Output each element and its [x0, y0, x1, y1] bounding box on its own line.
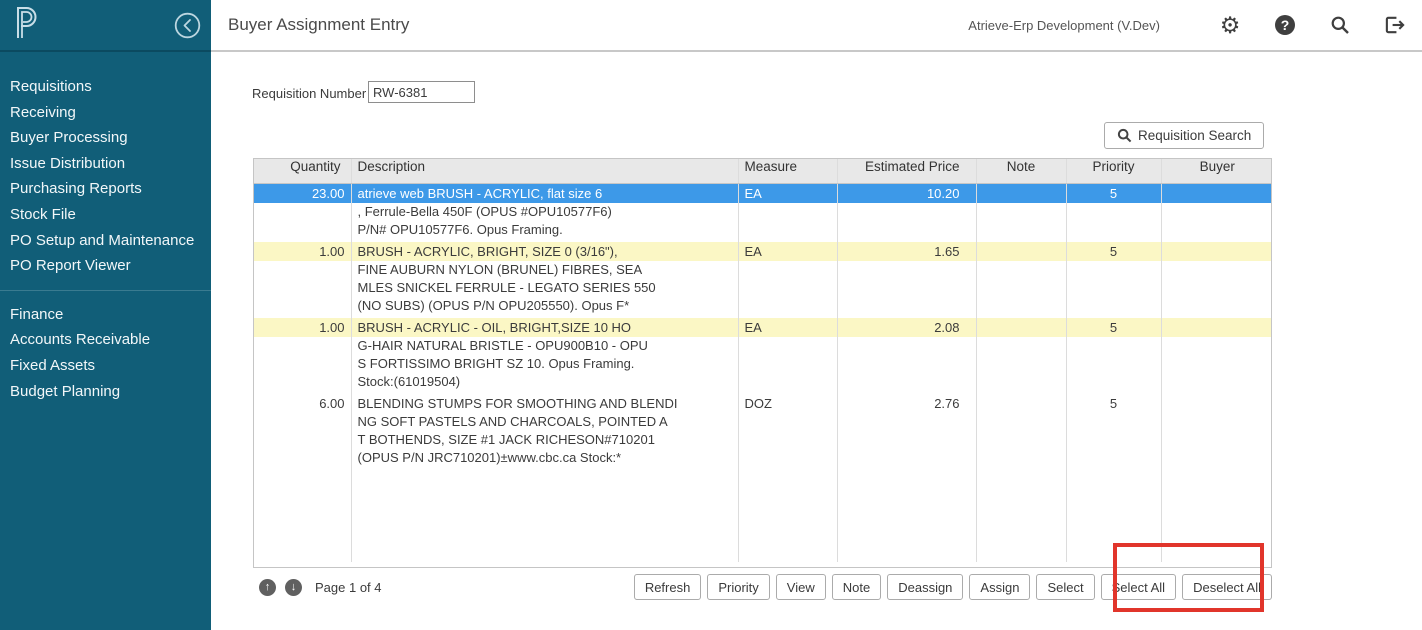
sidebar-item-finance[interactable]: Finance — [0, 302, 211, 328]
description-line: FINE AUBURN NYLON (BRUNEL) FIBRES, SEA — [352, 261, 738, 279]
column-header-priority: Priority — [1066, 159, 1161, 183]
page-title: Buyer Assignment Entry — [228, 15, 409, 35]
requisition-number-label: Requisition Number — [252, 86, 366, 101]
sidebar-collapse-icon[interactable] — [174, 12, 201, 39]
description-line: MLES SNICKEL FERRULE - LEGATO SERIES 550 — [352, 279, 738, 297]
table-row[interactable]: 6.00BLENDING STUMPS FOR SMOOTHING AND BL… — [254, 394, 1272, 470]
quantity-cell: 6.00 — [254, 394, 351, 470]
description-cell: BRUSH - ACRYLIC - OIL, BRIGHT,SIZE 10 HO… — [351, 318, 738, 394]
select-all-button[interactable]: Select All — [1101, 574, 1176, 600]
column-header-buyer: Buyer — [1161, 159, 1272, 183]
sidebar-item-stock-file[interactable]: Stock File — [0, 202, 211, 228]
top-header: Buyer Assignment Entry Atrieve-Erp Devel… — [211, 0, 1422, 52]
column-header-quantity: Quantity — [254, 159, 351, 183]
measure-cell: EA — [738, 183, 837, 242]
requisition-search-magnifier-icon — [1117, 128, 1132, 143]
environment-label: Atrieve-Erp Development (V.Dev) — [968, 18, 1160, 33]
priority-cell: 5 — [1066, 242, 1161, 318]
column-header-description: Description — [351, 159, 738, 183]
assign-button[interactable]: Assign — [969, 574, 1030, 600]
note-cell — [976, 183, 1066, 242]
table-row[interactable]: 23.00atrieve web BRUSH - ACRYLIC, flat s… — [254, 183, 1272, 242]
quantity-cell: 1.00 — [254, 318, 351, 394]
requisition-search-button[interactable]: Requisition Search — [1104, 122, 1264, 149]
logout-icon[interactable] — [1384, 14, 1406, 36]
note-button[interactable]: Note — [832, 574, 881, 600]
topbar-right: Atrieve-Erp Development (V.Dev) ⚙ ? — [968, 14, 1406, 36]
description-cell: atrieve web BRUSH - ACRYLIC, flat size 6… — [351, 183, 738, 242]
priority-cell: 5 — [1066, 318, 1161, 394]
priority-cell: 5 — [1066, 394, 1161, 470]
sidebar-header — [0, 0, 211, 52]
priority-button[interactable]: Priority — [707, 574, 769, 600]
sidebar-item-fixed-assets[interactable]: Fixed Assets — [0, 353, 211, 379]
sidebar-item-issue-distribution[interactable]: Issue Distribution — [0, 151, 211, 177]
page-indicator: Page 1 of 4 — [315, 580, 382, 595]
estimated-price-cell: 10.20 — [837, 183, 976, 242]
sidebar-item-accounts-receivable[interactable]: Accounts Receivable — [0, 327, 211, 353]
powerschool-logo-icon — [12, 6, 38, 45]
quantity-cell: 1.00 — [254, 242, 351, 318]
view-button[interactable]: View — [776, 574, 826, 600]
buyer-cell — [1161, 394, 1272, 470]
description-line: , Ferrule-Bella 450F (OPUS #OPU10577F6) — [352, 203, 738, 221]
column-header-estimated-price: Estimated Price — [837, 159, 976, 183]
table-row[interactable]: 1.00BRUSH - ACRYLIC, BRIGHT, SIZE 0 (3/1… — [254, 242, 1272, 318]
estimated-price-cell: 2.76 — [837, 394, 976, 470]
description-line: (NO SUBS) (OPUS P/N OPU205550). Opus F* — [352, 297, 738, 315]
items-grid: Quantity Description Measure Estimated P… — [253, 158, 1272, 568]
search-icon[interactable] — [1329, 14, 1351, 36]
measure-cell: DOZ — [738, 394, 837, 470]
priority-cell: 5 — [1066, 183, 1161, 242]
help-icon[interactable]: ? — [1274, 14, 1296, 36]
grid-header-row: Quantity Description Measure Estimated P… — [254, 159, 1272, 183]
sidebar-item-purchasing-reports[interactable]: Purchasing Reports — [0, 176, 211, 202]
description-line: NG SOFT PASTELS AND CHARCOALS, POINTED A — [352, 413, 738, 431]
footer-buttons: RefreshPriorityViewNoteDeassignAssignSel… — [634, 574, 1272, 600]
buyer-cell — [1161, 183, 1272, 242]
quantity-cell: 23.00 — [254, 183, 351, 242]
buyer-cell — [1161, 242, 1272, 318]
column-header-note: Note — [976, 159, 1066, 183]
column-header-measure: Measure — [738, 159, 837, 183]
description-line: S FORTISSIMO BRIGHT SZ 10. Opus Framing. — [352, 355, 738, 373]
description-line: T BOTHENDS, SIZE #1 JACK RICHESON#710201 — [352, 431, 738, 449]
description-cell: BLENDING STUMPS FOR SMOOTHING AND BLENDI… — [351, 394, 738, 470]
page-down-icon[interactable]: ↓ — [285, 579, 302, 596]
description-line: Stock:(61019504) — [352, 373, 738, 391]
description-line: (OPUS P/N JRC710201)±www.cbc.ca Stock:* — [352, 449, 738, 467]
estimated-price-cell: 2.08 — [837, 318, 976, 394]
note-cell — [976, 242, 1066, 318]
sidebar-group-divider — [0, 290, 211, 291]
description-line: P/N# OPU10577F6. Opus Framing. — [352, 221, 738, 239]
sidebar-item-requisitions[interactable]: Requisitions — [0, 74, 211, 100]
sidebar-item-po-report-viewer[interactable]: PO Report Viewer — [0, 253, 211, 279]
page-up-icon[interactable]: ↑ — [259, 579, 276, 596]
requisition-search-label: Requisition Search — [1138, 128, 1251, 143]
refresh-button[interactable]: Refresh — [634, 574, 702, 600]
measure-cell: EA — [738, 242, 837, 318]
sidebar-item-receiving[interactable]: Receiving — [0, 100, 211, 126]
note-cell — [976, 394, 1066, 470]
settings-gear-icon[interactable]: ⚙ — [1219, 14, 1241, 36]
sidebar-item-buyer-processing[interactable]: Buyer Processing — [0, 125, 211, 151]
grid-footer: ↑ ↓ Page 1 of 4 RefreshPriorityViewNoteD… — [253, 572, 1272, 602]
deselect-all-button[interactable]: Deselect All — [1182, 574, 1272, 600]
grid-empty-space — [254, 470, 1272, 562]
estimated-price-cell: 1.65 — [837, 242, 976, 318]
sidebar-menu: RequisitionsReceivingBuyer ProcessingIss… — [0, 52, 211, 404]
measure-cell: EA — [738, 318, 837, 394]
note-cell — [976, 318, 1066, 394]
requisition-number-input[interactable] — [368, 81, 475, 103]
pager: ↑ ↓ Page 1 of 4 — [259, 579, 382, 596]
select-button[interactable]: Select — [1036, 574, 1094, 600]
buyer-cell — [1161, 318, 1272, 394]
description-cell: BRUSH - ACRYLIC, BRIGHT, SIZE 0 (3/16"),… — [351, 242, 738, 318]
table-row[interactable]: 1.00BRUSH - ACRYLIC - OIL, BRIGHT,SIZE 1… — [254, 318, 1272, 394]
sidebar-item-budget-planning[interactable]: Budget Planning — [0, 379, 211, 405]
sidebar-item-po-setup-and-maintenance[interactable]: PO Setup and Maintenance — [0, 228, 211, 254]
sidebar: RequisitionsReceivingBuyer ProcessingIss… — [0, 0, 211, 630]
deassign-button[interactable]: Deassign — [887, 574, 963, 600]
description-line: G-HAIR NATURAL BRISTLE - OPU900B10 - OPU — [352, 337, 738, 355]
